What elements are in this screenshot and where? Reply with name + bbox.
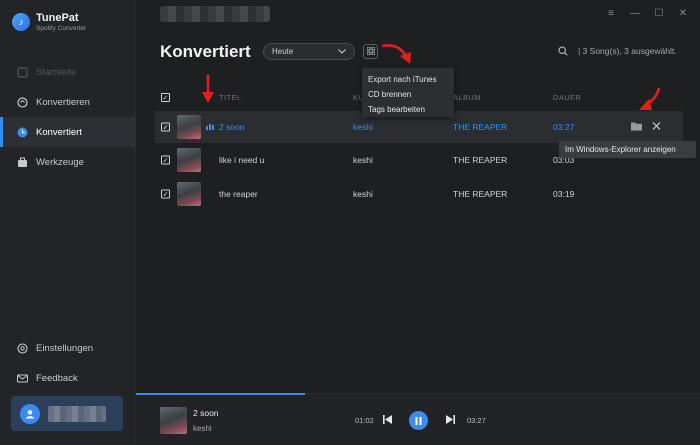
- sidebar-item-konvertiert[interactable]: Konvertiert: [0, 117, 136, 147]
- player-bar: 2 soon keshi 01:02 03:27: [136, 393, 700, 445]
- sidebar-item-label: Konvertiert: [36, 126, 82, 138]
- explorer-tooltip: Im Windows-Explorer anzeigen: [559, 141, 696, 158]
- sidebar-item-label: Startseite: [36, 66, 77, 78]
- equalizer-icon: [206, 122, 214, 132]
- menu-item-edit-tags[interactable]: Tags bearbeiten: [362, 102, 454, 117]
- clock-icon: [17, 127, 28, 138]
- date-filter-select[interactable]: Heute: [263, 43, 355, 60]
- more-options-button[interactable]: [363, 44, 378, 59]
- user-name-redacted: [48, 405, 106, 422]
- blurred-top-field: [160, 6, 270, 22]
- remove-icon[interactable]: [652, 122, 661, 133]
- row-checkbox[interactable]: ✓: [161, 122, 170, 132]
- row-album: THE REAPER: [453, 155, 508, 165]
- options-menu: Export nach iTunes CD brennen Tags bearb…: [362, 68, 454, 117]
- player-title: 2 soon: [193, 408, 219, 418]
- sidebar-bottom-nav: Einstellungen Feedback: [0, 333, 136, 393]
- minimize-icon[interactable]: —: [630, 8, 640, 19]
- annotation-arrow-menu: [381, 44, 411, 64]
- column-album: ALBUM: [453, 93, 481, 102]
- menu-item-export-itunes[interactable]: Export nach iTunes: [362, 72, 454, 87]
- album-cover: [177, 115, 201, 139]
- album-cover: [177, 148, 201, 172]
- sidebar-item-feedback[interactable]: Feedback: [0, 363, 136, 393]
- column-duration: DAUER: [553, 93, 582, 102]
- app-subtitle: Spotify Converter: [36, 25, 87, 32]
- previous-icon[interactable]: [383, 415, 392, 426]
- sidebar-item-label: Einstellungen: [36, 342, 94, 354]
- page-title: Konvertiert: [160, 42, 251, 61]
- app-logo: ♪ TunePat Spotify Converter: [12, 12, 86, 32]
- table-row[interactable]: ✓ the reaper keshi THE REAPER 03:19: [155, 178, 683, 210]
- row-title: 2 soon: [219, 122, 245, 132]
- sidebar-item-konvertieren[interactable]: Konvertieren: [0, 87, 136, 117]
- sidebar-nav: Startseite Konvertieren Konvertiert Werk…: [0, 57, 136, 177]
- gear-icon: [17, 342, 28, 354]
- app-name: TunePat: [36, 12, 79, 24]
- chevron-down-icon: [338, 47, 346, 56]
- menu-icon[interactable]: ≡: [606, 8, 616, 19]
- total-time: 03:27: [467, 416, 486, 425]
- playback-progress[interactable]: [136, 393, 305, 395]
- convert-icon: [17, 96, 28, 108]
- menu-item-burn-cd[interactable]: CD brennen: [362, 87, 454, 102]
- album-cover: [177, 182, 201, 206]
- row-artist: keshi: [353, 155, 373, 165]
- column-title: TITEL: [219, 93, 242, 102]
- toolbox-icon: [17, 157, 28, 168]
- close-icon[interactable]: ✕: [678, 8, 688, 19]
- sidebar-item-label: Konvertieren: [36, 96, 90, 108]
- annotation-arrow-title: [202, 75, 214, 103]
- row-duration: 03:27: [553, 122, 575, 132]
- sidebar-item-label: Feedback: [36, 372, 78, 384]
- selection-count: | 3 Song(s), 3 ausgewählt.: [578, 46, 677, 56]
- pause-button[interactable]: [409, 411, 428, 430]
- music-note-icon: ♪: [12, 13, 30, 31]
- row-album: THE REAPER: [453, 122, 508, 132]
- select-all-checkbox[interactable]: ✓: [161, 93, 170, 102]
- row-checkbox[interactable]: ✓: [161, 189, 170, 199]
- annotation-arrow-folder: [639, 87, 661, 110]
- row-title: like i need u: [219, 155, 265, 165]
- row-checkbox[interactable]: ✓: [161, 155, 170, 165]
- date-filter-value: Heute: [272, 47, 294, 56]
- row-album: THE REAPER: [453, 189, 508, 199]
- next-icon[interactable]: [446, 415, 455, 426]
- row-duration: 03:19: [553, 189, 575, 199]
- user-card[interactable]: [11, 396, 123, 431]
- home-icon: [17, 66, 28, 78]
- player-artist: keshi: [193, 424, 212, 433]
- sidebar-item-werkzeuge[interactable]: Werkzeuge: [0, 147, 136, 177]
- pause-icon: [415, 416, 422, 425]
- avatar: [20, 403, 40, 424]
- maximize-icon[interactable]: ☐: [654, 8, 664, 19]
- player-cover: [160, 407, 187, 434]
- row-title: the reaper: [219, 189, 258, 199]
- sidebar: ♪ TunePat Spotify Converter Startseite K…: [0, 0, 136, 445]
- grid-icon: [366, 46, 375, 57]
- mail-icon: [17, 373, 28, 384]
- row-artist: keshi: [353, 189, 373, 199]
- folder-icon[interactable]: [631, 122, 642, 133]
- sidebar-item-label: Werkzeuge: [36, 156, 84, 168]
- row-artist: keshi: [353, 122, 373, 132]
- sidebar-item-startseite[interactable]: Startseite: [0, 57, 136, 87]
- elapsed-time: 01:02: [355, 416, 374, 425]
- sidebar-item-einstellungen[interactable]: Einstellungen: [0, 333, 136, 363]
- window-controls: ≡ — ☐ ✕: [606, 8, 688, 19]
- search-icon[interactable]: [558, 46, 568, 58]
